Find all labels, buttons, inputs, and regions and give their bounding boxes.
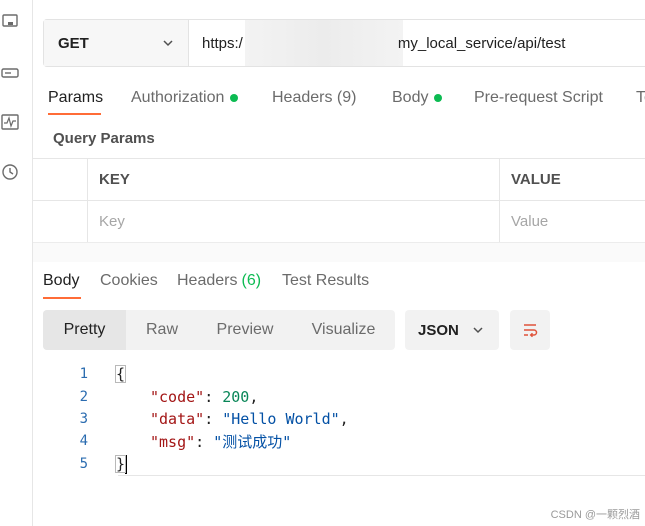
line-number: 1	[79, 366, 88, 382]
tab-label: Authorization	[131, 89, 225, 106]
open-brace: {	[115, 365, 127, 383]
status-dot	[230, 94, 239, 102]
checkbox-column	[33, 159, 88, 200]
tab-label: Headers	[177, 272, 238, 289]
tab-label: Body	[392, 89, 429, 106]
key-column-header: KEY	[88, 159, 500, 200]
redacted-url-segment	[245, 20, 403, 66]
line-number: 2	[79, 389, 88, 405]
query-params-title: Query Params	[53, 130, 155, 147]
line-number: 3	[79, 411, 88, 427]
code-text: "code": 200,	[150, 388, 258, 406]
response-tabs: Body Cookies Headers (6) Test Results	[43, 270, 369, 292]
status-dot	[434, 94, 443, 102]
query-params-table: KEY VALUE Key Value	[33, 158, 645, 243]
active-tab-indicator	[43, 297, 81, 299]
table-row: Key Value	[33, 201, 645, 243]
tab-label: Test Results	[282, 272, 370, 289]
tab-headers[interactable]: Headers (9)	[272, 86, 392, 110]
code-line: 5 }	[33, 453, 645, 475]
json-value: "Hello World"	[222, 410, 340, 428]
json-colon: :	[195, 432, 214, 451]
tab-tests[interactable]: Te	[636, 86, 645, 110]
code-line: 4 "msg": "测试成功"	[33, 430, 645, 452]
request-tabs: Params Authorization Headers (9) Body Pr…	[48, 86, 645, 110]
tab-authorization[interactable]: Authorization	[131, 86, 272, 110]
tab-label: Body	[43, 272, 80, 289]
code-text: {	[115, 365, 127, 383]
code-text: }	[115, 454, 128, 474]
url-input[interactable]: https:/ my_local_service/api/test	[189, 20, 645, 66]
wrap-lines-button[interactable]	[510, 310, 550, 350]
response-tab-headers[interactable]: Headers (6)	[177, 270, 282, 292]
editor-divider	[118, 475, 645, 476]
code-text: "data": "Hello World",	[150, 410, 349, 428]
line-number: 4	[79, 433, 88, 449]
history-icon[interactable]	[0, 162, 20, 182]
response-body-editor[interactable]: 1 { 2 "code": 200, 3 "data": "Hello Worl…	[33, 362, 645, 476]
method-label: GET	[58, 34, 89, 52]
json-colon: :	[204, 410, 223, 428]
tab-label: Params	[48, 89, 104, 106]
code-line: 3 "data": "Hello World",	[33, 408, 645, 430]
value-input[interactable]: Value	[500, 201, 645, 242]
close-brace: }	[115, 454, 127, 473]
code-text: "msg": "测试成功"	[150, 431, 291, 452]
value-column-header: VALUE	[511, 171, 561, 188]
line-number: 5	[79, 456, 88, 472]
table-header-row: KEY VALUE	[33, 159, 645, 201]
json-comma: ,	[339, 410, 349, 428]
headers-count-badge: (6)	[241, 272, 262, 289]
json-key: "code"	[150, 388, 205, 406]
response-tab-cookies[interactable]: Cookies	[100, 270, 177, 292]
json-value: "测试成功"	[213, 432, 292, 451]
collections-icon[interactable]	[0, 12, 20, 32]
view-mode-raw[interactable]: Raw	[126, 310, 198, 350]
tab-pre-request-script[interactable]: Pre-request Script	[474, 86, 636, 110]
tab-body[interactable]: Body	[392, 86, 474, 110]
code-line: 2 "code": 200,	[33, 386, 645, 408]
view-mode-pretty[interactable]: Pretty	[43, 310, 126, 350]
left-sidebar-rail	[0, 0, 33, 526]
request-url-bar: GET https:/ my_local_service/api/test	[43, 19, 645, 67]
view-mode-visualize[interactable]: Visualize	[292, 310, 395, 350]
json-colon: :	[204, 388, 223, 406]
tab-label: Headers (9)	[272, 89, 357, 106]
wrap-lines-icon	[524, 324, 538, 338]
active-tab-indicator	[48, 113, 101, 115]
tab-label: Te	[636, 89, 645, 106]
response-tab-body[interactable]: Body	[43, 270, 100, 292]
tab-label: Cookies	[100, 272, 158, 289]
json-key: "data"	[150, 410, 205, 428]
format-select[interactable]: JSON	[405, 310, 499, 350]
chevron-down-icon	[163, 40, 173, 47]
environments-icon[interactable]	[0, 62, 20, 82]
chevron-down-icon	[473, 327, 483, 334]
tab-label: Pre-request Script	[474, 89, 603, 106]
view-mode-preview[interactable]: Preview	[198, 310, 292, 350]
format-label: JSON	[418, 321, 459, 339]
key-input[interactable]: Key	[88, 201, 500, 242]
json-comma: ,	[249, 388, 259, 406]
pane-resize-divider[interactable]	[33, 242, 645, 262]
view-mode-segmented-control: Pretty Raw Preview Visualize	[43, 310, 395, 350]
response-tab-test-results[interactable]: Test Results	[282, 270, 369, 292]
json-key: "msg"	[150, 432, 196, 451]
url-prefix: https:/	[202, 34, 243, 52]
tab-params[interactable]: Params	[48, 86, 131, 110]
method-select[interactable]: GET	[44, 20, 189, 66]
json-value: 200	[222, 388, 250, 406]
monitor-icon[interactable]	[0, 112, 20, 132]
code-line: 1 {	[33, 363, 645, 385]
row-checkbox-cell	[33, 201, 88, 242]
url-suffix: my_local_service/api/test	[397, 34, 566, 52]
watermark: CSDN @一颗烈酒	[550, 509, 640, 521]
